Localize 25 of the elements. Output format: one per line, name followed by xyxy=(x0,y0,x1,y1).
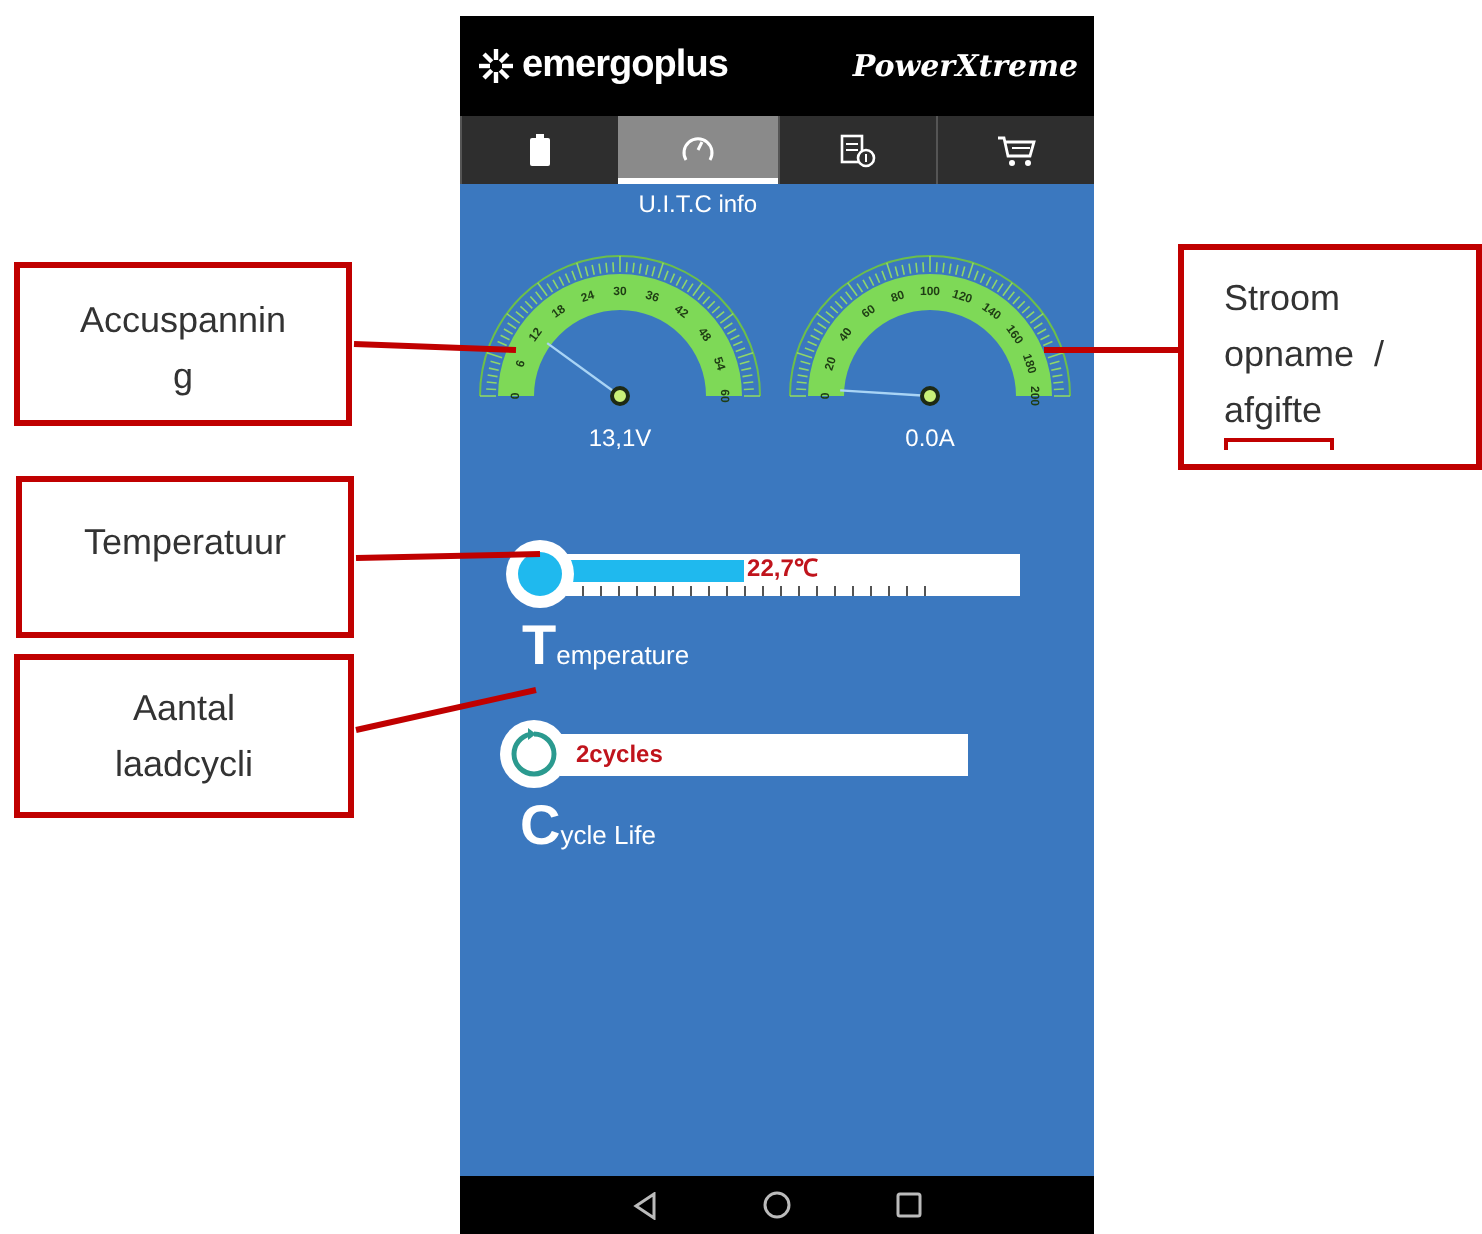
gauge-reading: 0.0A xyxy=(905,422,955,456)
report-icon xyxy=(839,133,876,167)
callout-text: Temperatuur xyxy=(83,520,287,566)
battery-icon xyxy=(530,134,551,166)
callout-text: Accuspannin g xyxy=(79,298,287,400)
needle-pivot xyxy=(610,386,630,406)
brand-name: emergoplus xyxy=(522,41,728,90)
temperature-label: Temperature xyxy=(522,620,692,672)
back-icon[interactable] xyxy=(632,1191,658,1219)
section-title: U.I.T.C info xyxy=(636,188,760,222)
home-icon[interactable] xyxy=(762,1190,792,1220)
gauge-icon xyxy=(679,131,716,163)
cycles-reading: 2cycles xyxy=(576,740,663,768)
temperature-reading: 22,7℃ xyxy=(743,554,818,582)
recents-icon[interactable] xyxy=(896,1192,922,1218)
product-name: PowerXtreme xyxy=(852,45,1078,88)
cart-icon xyxy=(995,133,1036,167)
callout-text: Stroom opname / afgifte xyxy=(1224,276,1385,434)
needle-pivot xyxy=(920,386,940,406)
cycle-life-label: Cycle Life xyxy=(520,800,658,852)
gauge-reading: 13,1V xyxy=(588,422,652,456)
selection-mark xyxy=(1224,438,1334,450)
callout-text: Aantal laadcycli xyxy=(114,686,254,788)
logo-icon xyxy=(476,48,516,84)
cycle-icon xyxy=(508,728,560,780)
